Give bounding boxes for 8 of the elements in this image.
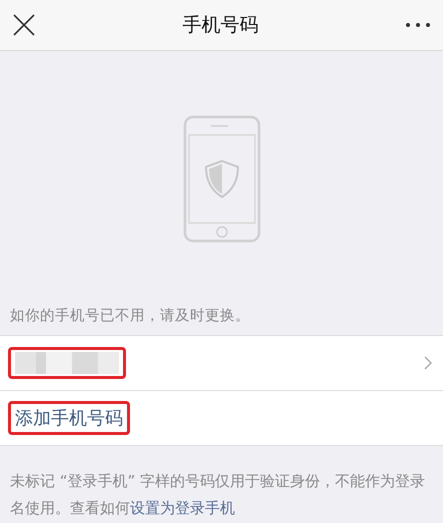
set-login-link[interactable]: 设置为登录手机 (130, 499, 235, 517)
close-icon[interactable] (12, 13, 36, 37)
hint-text: 如你的手机号已不用，请及时更换。 (9, 306, 251, 326)
add-phone-link[interactable]: 添加手机号码 (15, 406, 123, 430)
footer-note: 未标记 “登录手机” 字样的号码仅用于验证身份，不能作为登录名使用。查看如何设置为登录手机 (10, 471, 426, 519)
page-title: 手机号码 (182, 13, 258, 38)
more-icon[interactable] (405, 22, 431, 28)
phone-shield-icon (182, 114, 260, 242)
